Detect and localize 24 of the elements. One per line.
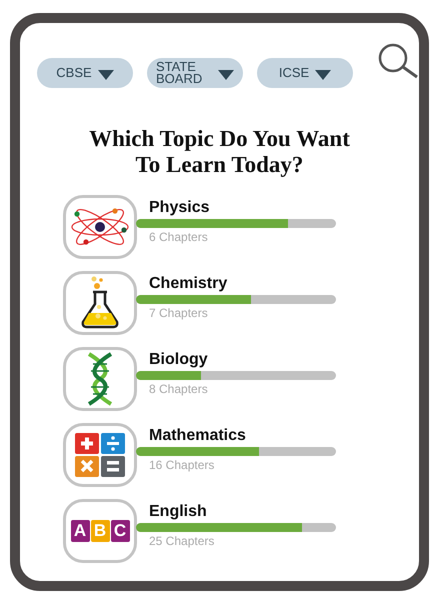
topic-icon-tile[interactable] — [63, 195, 137, 259]
topic-icon-tile[interactable] — [63, 423, 137, 487]
topic-icon-tile[interactable] — [63, 271, 137, 335]
topic-icon-tile[interactable]: A B C — [63, 499, 137, 563]
topic-name: Chemistry — [149, 274, 228, 293]
chapter-count: 6 Chapters — [149, 230, 209, 244]
topic-name: Biology — [149, 350, 209, 369]
topic-name: Mathematics — [149, 426, 247, 445]
search-icon[interactable] — [377, 43, 419, 79]
board-dropdown[interactable]: STATE BOARD — [147, 58, 243, 88]
caret-icon — [98, 70, 114, 80]
chapter-count: 8 Chapters — [149, 382, 209, 396]
chapter-count: 25 Chapters — [149, 534, 216, 548]
board-dropdown[interactable]: ICSE — [257, 58, 353, 88]
topic-icon-tile[interactable] — [63, 347, 137, 411]
chapter-count: 7 Chapters — [149, 306, 209, 320]
board-dropdown[interactable]: CBSE — [37, 58, 133, 88]
page-heading: Which Topic Do You Want To Learn Today? — [88, 126, 351, 178]
caret-icon — [218, 70, 234, 80]
caret-icon — [315, 70, 332, 80]
topic-name: Physics — [149, 198, 210, 217]
topic-name: English — [149, 502, 208, 521]
chapter-count: 16 Chapters — [149, 458, 216, 472]
calculator-icon — [75, 433, 125, 477]
